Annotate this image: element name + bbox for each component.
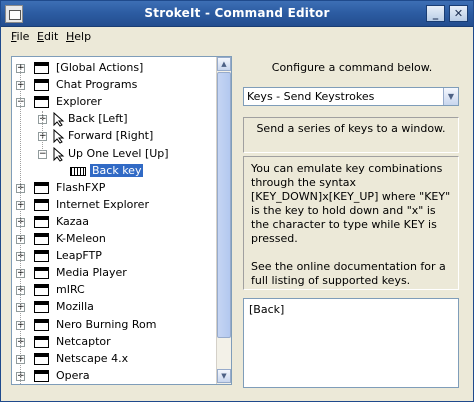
tree-item[interactable]: + Opera	[12, 368, 216, 384]
window-icon	[34, 215, 49, 228]
tree-item-label: Nero Burning Rom	[56, 317, 157, 331]
gesture-cursor-icon	[53, 129, 65, 145]
tree-item[interactable]: + Internet Explorer	[12, 197, 216, 214]
tree-item[interactable]: + Kazaa	[12, 214, 216, 231]
tree-item[interactable]: + LeapFTP	[12, 248, 216, 265]
tree-item-label: Back [Left]	[68, 112, 128, 126]
tree-item[interactable]: + Media Player	[12, 265, 216, 282]
window-icon	[34, 181, 49, 194]
window-icon	[34, 335, 49, 348]
menu-edit[interactable]: Edit	[37, 30, 58, 43]
command-type-select[interactable]: Keys - Send Keystrokes ▼	[243, 87, 459, 106]
tree-item-label: Back key	[90, 163, 144, 177]
minimize-icon: _	[432, 7, 439, 20]
tree-item-label: FlashFXP	[56, 180, 106, 194]
command-description: Send a series of keys to a window.	[243, 117, 459, 153]
command-type-value: Keys - Send Keystrokes	[247, 90, 375, 103]
tree-item[interactable]: + Chat Programs	[12, 77, 216, 94]
window-title: StrokeIt - Command Editor	[144, 6, 330, 20]
window-icon	[34, 233, 49, 245]
tree-item[interactable]: + Netscape 4.x	[12, 351, 216, 368]
menu-file[interactable]: File	[11, 30, 29, 43]
configure-label: Configure a command below.	[271, 61, 433, 74]
window-icon	[34, 267, 49, 280]
menu-help[interactable]: Help	[66, 30, 91, 43]
info-text-box: You can emulate key combinations through…	[243, 156, 459, 290]
tree-item[interactable]: + Nero Burning Rom	[12, 317, 216, 334]
tree-item-label: [Global Actions]	[56, 61, 144, 74]
tree-item[interactable]: + Netcaptor	[12, 334, 216, 351]
tree-item-label: Chat Programs	[56, 78, 138, 92]
tree-item-label: K-Meleon	[56, 232, 106, 245]
scroll-thumb[interactable]	[217, 72, 231, 338]
title-bar[interactable]: StrokeIt - Command Editor _ ✕	[1, 1, 473, 27]
info-paragraph-syntax: You can emulate key combinations through…	[251, 162, 451, 245]
tree-item[interactable]: + FlashFXP	[12, 180, 216, 197]
scroll-up-arrow-icon[interactable]: ▲	[217, 57, 231, 71]
tree-item-label: Explorer	[56, 95, 102, 109]
tree-item[interactable]: Back key	[12, 163, 216, 180]
tree-item-label: Mozilla	[56, 300, 94, 314]
minimize-button[interactable]: _	[426, 5, 445, 22]
tree-item-label: Kazaa	[56, 214, 90, 228]
window-icon	[34, 284, 49, 297]
tree-item[interactable]: + K-Meleon	[12, 231, 216, 248]
tree-item-label: mIRC	[56, 283, 85, 297]
scroll-down-arrow-icon[interactable]: ▼	[217, 369, 231, 383]
info-paragraph-docs: See the online documentation for a full …	[251, 260, 446, 287]
tree-guide-line	[42, 111, 43, 152]
close-button[interactable]: ✕	[449, 5, 468, 22]
tree-item-label: Media Player	[56, 266, 127, 280]
window-icon	[34, 352, 49, 365]
tree-item[interactable]: − Explorer	[12, 94, 216, 111]
tree-item-label: Up One Level [Up]	[68, 146, 169, 160]
tree-item-label: Forward [Right]	[68, 129, 154, 143]
gesture-cursor-icon	[53, 112, 65, 127]
keys-input[interactable]: [Back]	[243, 298, 459, 388]
window-icon	[34, 79, 49, 92]
tree-item-label: Netscape 4.x	[56, 351, 129, 365]
window-icon	[34, 250, 49, 263]
keyboard-icon	[70, 166, 86, 176]
close-icon: ✕	[453, 7, 464, 20]
tree-item-label: Opera	[56, 368, 90, 382]
gesture-cursor-icon	[53, 146, 65, 162]
tree-item[interactable]: + Mozilla	[12, 299, 216, 316]
menu-bar: File Edit Help	[1, 27, 473, 47]
tree-guide-line	[20, 68, 21, 384]
window-icon	[34, 369, 49, 382]
window-icon	[34, 318, 49, 331]
tree-item-label: Netcaptor	[56, 334, 111, 348]
tree-scrollbar[interactable]: ▲ ▼	[216, 57, 231, 384]
tree-item-label: Internet Explorer	[56, 197, 149, 211]
tree-item-label: LeapFTP	[56, 249, 102, 263]
tree-item[interactable]: + mIRC	[12, 282, 216, 299]
window-icon	[34, 301, 49, 314]
window-icon	[34, 62, 49, 74]
command-editor-window: StrokeIt - Command Editor _ ✕ File Edit …	[0, 0, 474, 402]
window-icon	[34, 96, 49, 109]
chevron-down-icon[interactable]: ▼	[443, 88, 458, 105]
window-icon	[34, 198, 49, 211]
command-tree[interactable]: + [Global Actions] + Chat Programs − Explorer…	[11, 56, 232, 385]
tree-item[interactable]: + [Global Actions]	[12, 60, 216, 77]
